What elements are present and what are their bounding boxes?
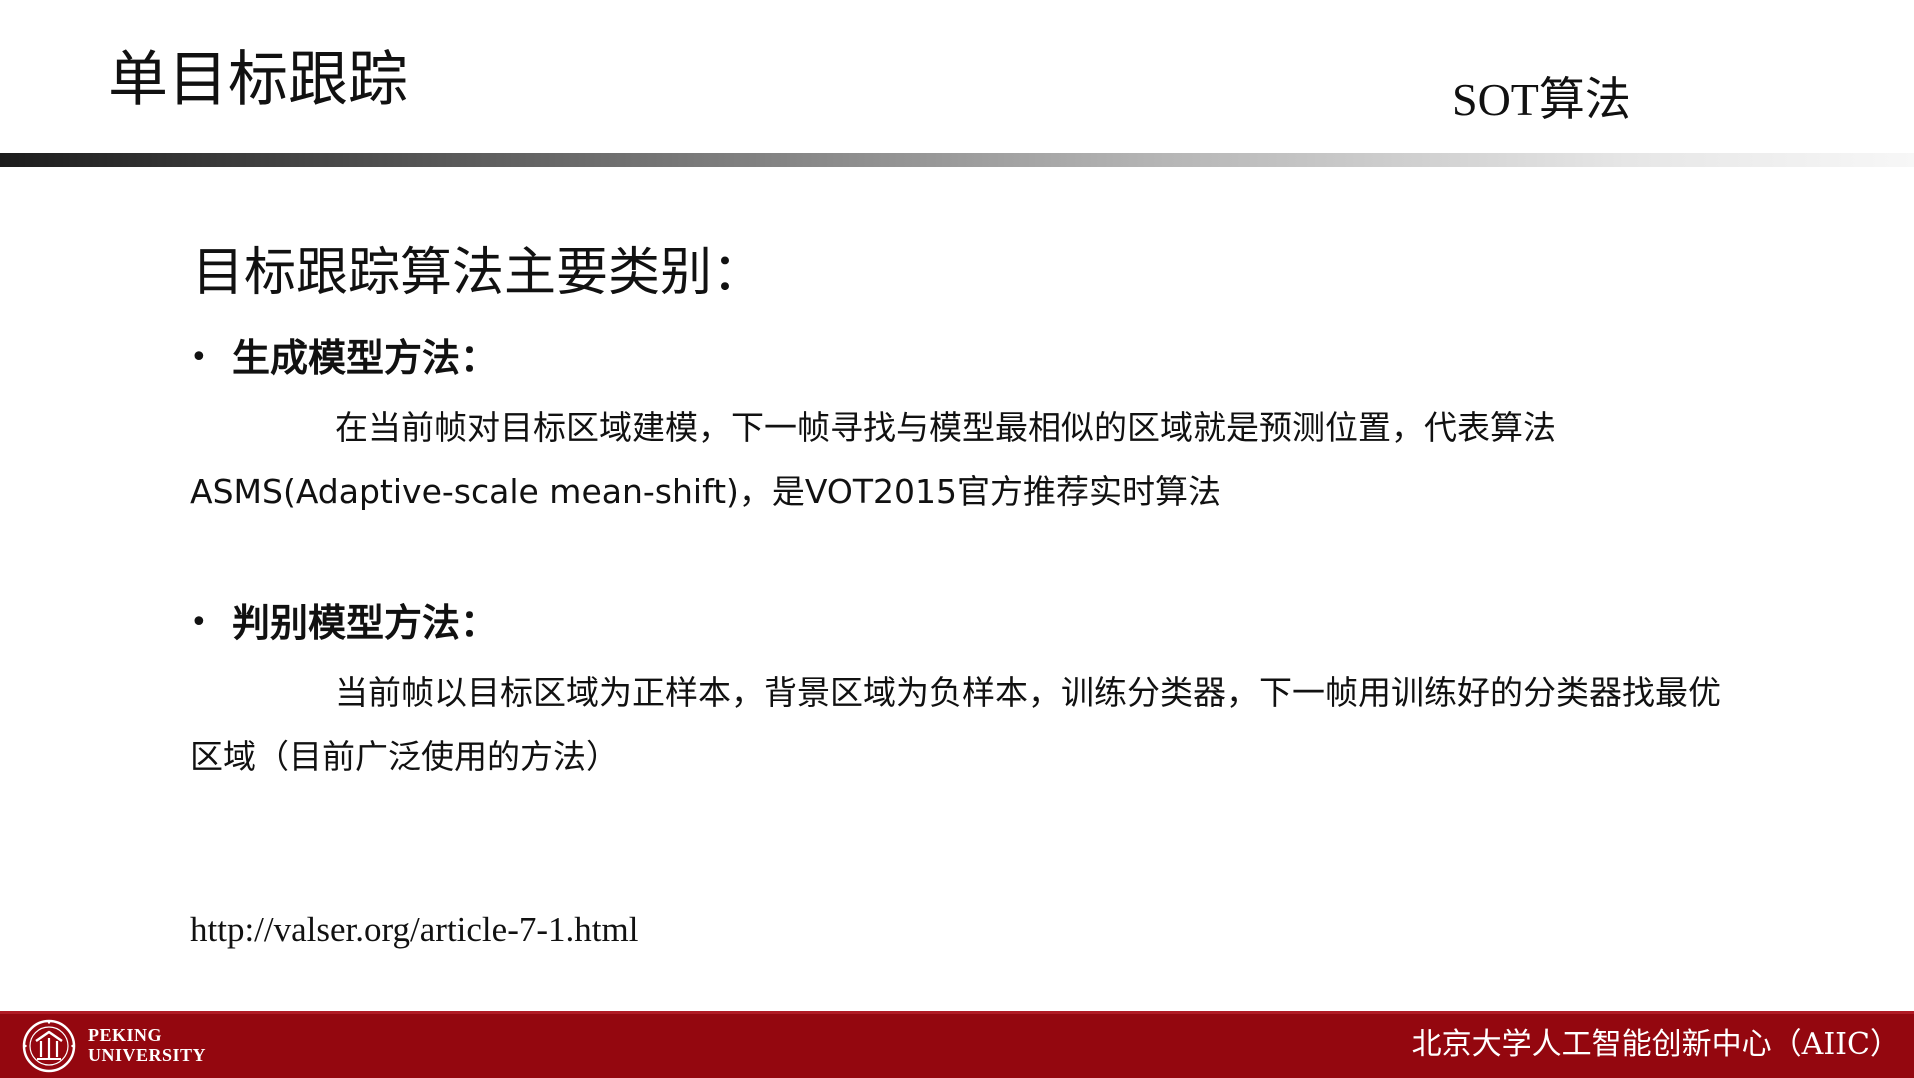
- category-discriminative: • 判别模型方法： 当前帧以目标区域为正样本，背景区域为负样本，训练分类器，下一…: [190, 595, 1750, 789]
- category-heading-line: • 生成模型方法：: [190, 330, 1750, 386]
- category-heading-line: • 判别模型方法：: [190, 595, 1750, 651]
- university-logotype: PEKING UNIVERSITY: [88, 1025, 207, 1065]
- category-title: 生成模型方法：: [232, 336, 499, 380]
- organization-name: 北京大学人工智能创新中心（AIIC）: [1411, 1027, 1900, 1062]
- section-label: SOT算法: [1452, 74, 1631, 125]
- main-heading: 目标跟踪算法主要类别：: [192, 243, 765, 303]
- footer-bar: PEKING UNIVERSITY 北京大学人工智能创新中心（AIIC）: [0, 1011, 1914, 1078]
- peking-university-seal-icon: [22, 1019, 76, 1073]
- category-title: 判别模型方法：: [232, 601, 499, 645]
- bullet-icon: •: [190, 605, 208, 640]
- category-description: 当前帧以目标区域为正样本，背景区域为负样本，训练分类器，下一帧用训练好的分类器找…: [190, 673, 1721, 776]
- slide-title: 单目标跟踪: [108, 45, 408, 115]
- category-description: 在当前帧对目标区域建模，下一帧寻找与模型最相似的区域就是预测位置，代表算法ASM…: [190, 408, 1556, 511]
- category-generative: • 生成模型方法： 在当前帧对目标区域建模，下一帧寻找与模型最相似的区域就是预测…: [190, 330, 1750, 524]
- header-divider: [0, 153, 1914, 167]
- source-link[interactable]: http://valser.org/article-7-1.html: [190, 906, 638, 954]
- bullet-icon: •: [190, 340, 208, 375]
